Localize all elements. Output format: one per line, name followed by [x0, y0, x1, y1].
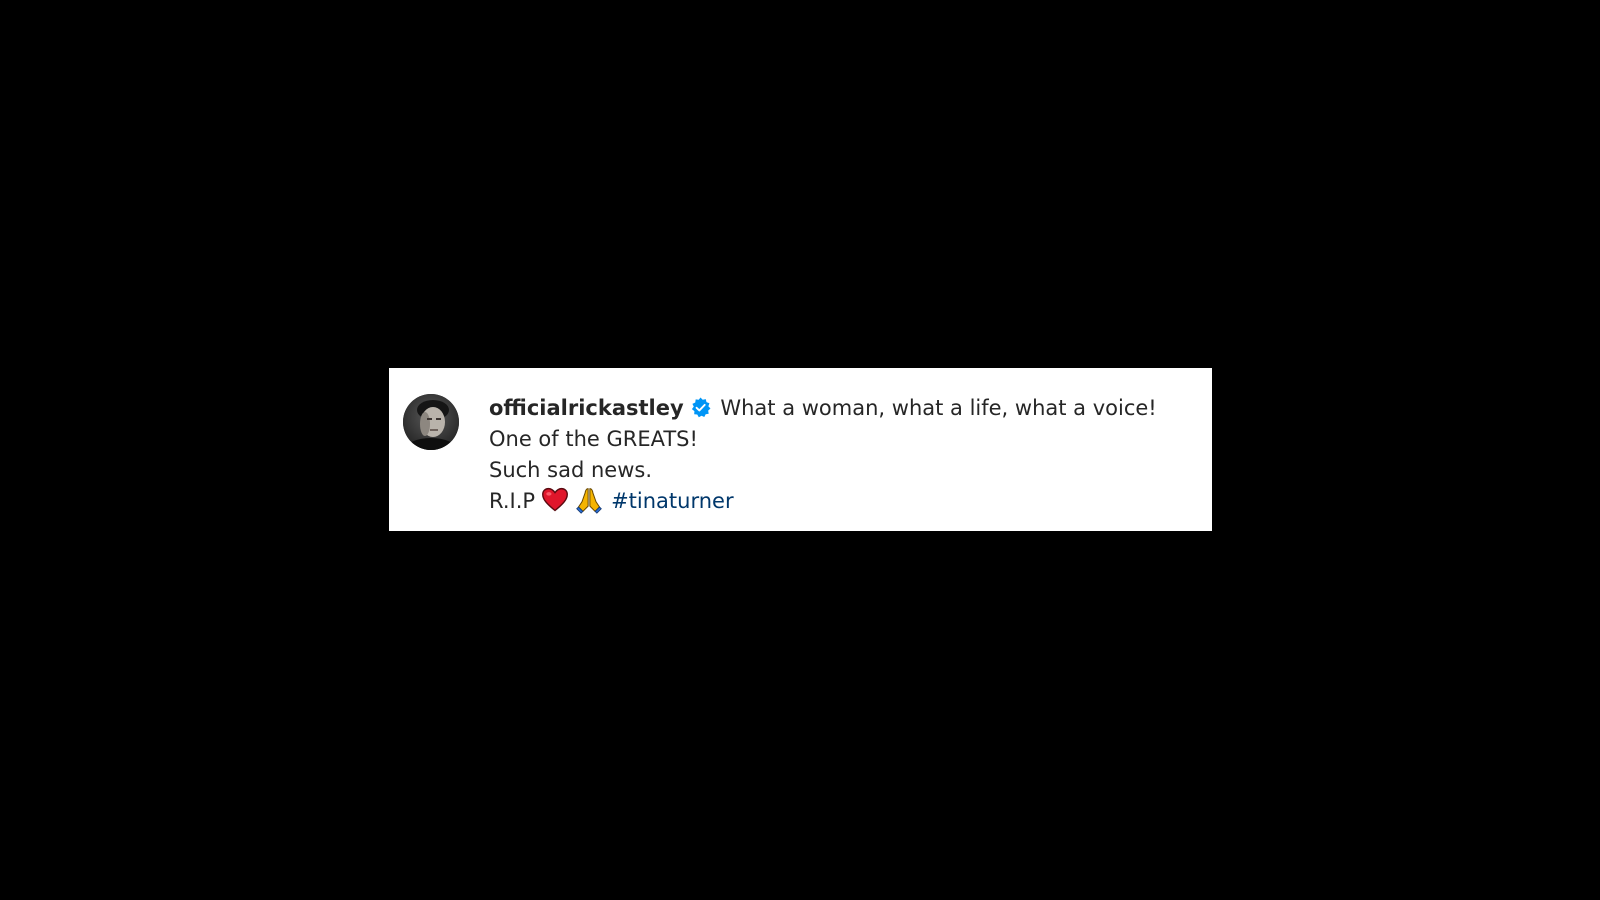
red-heart-icon [541, 486, 569, 514]
verified-badge-icon [690, 397, 711, 418]
comment-text-line-2: Such sad news. [489, 458, 653, 482]
comment-username[interactable]: officialrickastley [489, 396, 684, 420]
comment-body: officialrickastley What a woman, what a … [489, 393, 1194, 517]
comment-card: officialrickastley What a woman, what a … [389, 368, 1212, 531]
rip-text: R.I.P [489, 489, 536, 513]
screen-background: officialrickastley What a woman, what a … [0, 0, 1600, 900]
comment-text-line-3: R.I.P #tinaturner [489, 486, 1194, 517]
avatar[interactable] [403, 394, 459, 450]
hashtag-link[interactable]: #tinaturner [611, 489, 734, 513]
folded-hands-icon [575, 486, 603, 514]
